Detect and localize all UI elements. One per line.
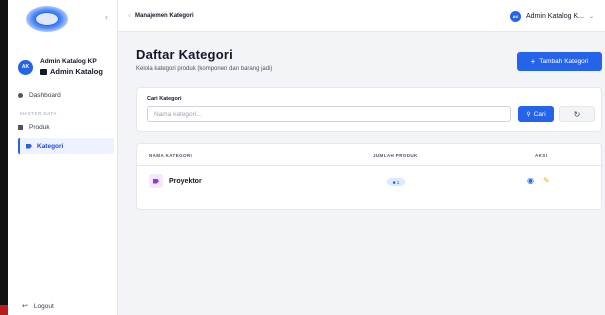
page-subtitle: Kelola kategori produk (komponen dan bar…	[136, 66, 273, 72]
sidebar-item-kategori[interactable]: Kategori	[18, 138, 114, 154]
column-header-name: NAMA KATEGORI	[149, 153, 193, 158]
add-category-label: Tambah Kategori	[539, 58, 589, 65]
search-button-label: Cari	[533, 110, 546, 118]
window-left-edge	[0, 0, 8, 315]
logout-button[interactable]: ↩ Logout	[22, 302, 54, 311]
app-logo	[26, 6, 68, 32]
user-role: Admin Katalog	[40, 67, 103, 76]
search-button[interactable]: ⚲ Cari	[518, 106, 554, 122]
user-name: Admin Katalog KP	[40, 58, 97, 65]
search-input[interactable]	[147, 106, 511, 122]
column-header-actions: AKSI	[535, 153, 548, 158]
breadcrumb: ○ Manajemen Kategori	[128, 13, 194, 19]
sidebar-item-dashboard[interactable]: Dashboard	[18, 92, 61, 99]
sidebar-user: AK Admin Katalog KP Admin Katalog	[18, 53, 110, 81]
sidebar-item-produk[interactable]: Produk	[18, 124, 50, 131]
sidebar-section-master-data: MASTER DATA	[20, 111, 57, 116]
reset-icon: ↻	[573, 109, 581, 119]
product-count-badge: ■ 1	[387, 178, 405, 186]
logout-label: Logout	[33, 302, 54, 310]
folder-icon: ○	[128, 13, 132, 19]
user-role-label: Admin Katalog	[50, 67, 103, 76]
category-name: Proyektor	[169, 178, 202, 185]
avatar: AK	[510, 11, 521, 22]
taskbar-fragment	[0, 305, 8, 315]
product-count: 1	[396, 179, 400, 185]
add-category-button[interactable]: + Tambah Kategori	[517, 52, 602, 71]
user-menu[interactable]: AK Admin Katalog K... ⌄	[510, 11, 594, 22]
sidebar: ‹ AK Admin Katalog KP Admin Katalog Dash…	[8, 0, 118, 315]
plus-icon: +	[530, 57, 536, 66]
breadcrumb-label: Manajemen Kategori	[135, 13, 194, 19]
sidebar-item-label: Produk	[29, 124, 50, 131]
logo-emblem	[35, 12, 59, 26]
search-label: Cari Kategori	[147, 96, 182, 102]
dashboard-icon	[18, 93, 23, 98]
chevron-down-icon: ⌄	[588, 14, 595, 20]
collapse-sidebar-icon[interactable]: ‹	[105, 12, 108, 22]
tag-icon	[26, 143, 32, 149]
box-icon	[18, 125, 23, 130]
avatar: AK	[18, 59, 33, 75]
user-menu-name: Admin Katalog K...	[526, 13, 584, 20]
edit-icon[interactable]: ✎	[543, 176, 550, 185]
table-row: Proyektor ■ 1 ◉ ✎	[137, 166, 603, 198]
search-icon: ⚲	[526, 111, 531, 118]
topbar: ○ Manajemen Kategori AK Admin Katalog K.…	[118, 0, 605, 32]
badge-icon	[40, 68, 47, 75]
logout-icon: ↩	[22, 303, 28, 310]
page-title: Daftar Kategori	[136, 47, 233, 62]
sidebar-item-label: Kategori	[37, 142, 64, 150]
search-panel: Cari Kategori ⚲ Cari ↻	[136, 87, 602, 132]
category-tag-icon	[149, 174, 163, 188]
table-header: NAMA KATEGORI JUMLAH PRODUK AKSI	[137, 144, 603, 166]
eye-icon[interactable]: ◉	[527, 176, 534, 185]
sidebar-item-label: Dashboard	[29, 92, 61, 99]
reset-button[interactable]: ↻	[559, 106, 595, 122]
category-table: NAMA KATEGORI JUMLAH PRODUK AKSI Proyekt…	[136, 143, 603, 210]
column-header-count: JUMLAH PRODUK	[373, 153, 418, 158]
